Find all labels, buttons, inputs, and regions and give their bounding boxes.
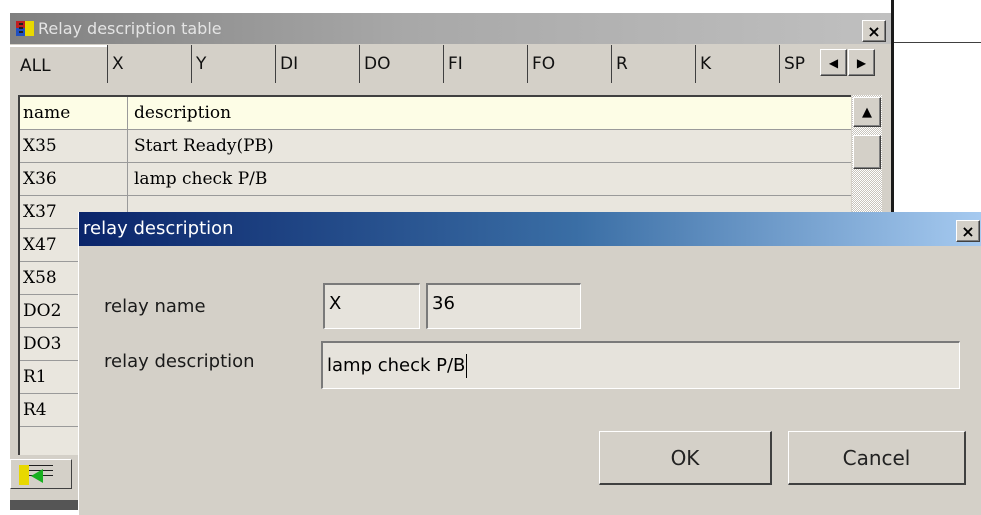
ok-button[interactable]: OK [599,431,772,485]
close-icon: × [961,221,975,241]
tab-all[interactable]: ALL [10,45,107,83]
cancel-button-label: Cancel [842,445,911,470]
tab-label: SP [784,54,806,74]
dialog-close-button[interactable]: × [956,220,980,242]
tab-k[interactable]: K [695,45,779,83]
relay-name-label: relay name [104,296,206,317]
relay-description-label: relay description [104,351,255,372]
relay-description-value: lamp check P/B [327,355,466,376]
dialog-title: relay description [83,218,234,239]
row-name-cell: X35 [20,130,128,162]
tab-fo[interactable]: FO [527,45,611,83]
close-icon: × [867,21,881,41]
row-description-cell: Start Ready(PB) [134,136,274,156]
ok-button-label: OK [670,445,700,470]
table-window-close-button[interactable]: × [862,20,886,42]
tab-x[interactable]: X [107,45,191,83]
tab-label: K [700,54,712,74]
tab-sp[interactable]: SP [779,45,819,83]
tab-fi[interactable]: FI [443,45,527,83]
tab-do[interactable]: DO [359,45,443,83]
tab-di[interactable]: DI [275,45,359,83]
relay-number-value: 36 [432,293,455,314]
scrollbar-thumb[interactable] [853,135,881,169]
arrow-right-icon: ▶ [856,55,867,70]
column-header-name[interactable]: name [20,97,128,129]
tab-label: DO [364,54,391,74]
cancel-button[interactable]: Cancel [788,431,966,485]
tab-label: DI [280,54,299,74]
relay-type-tabs: ALL X Y DI DO FI FO R K SP [10,45,856,83]
row-name-cell: X36 [20,163,128,195]
divider-line [894,42,981,43]
status-strip [10,500,80,510]
arrow-left-icon: ◀ [828,55,839,70]
scroll-up-button[interactable]: ▲ [853,97,881,127]
tab-label: X [112,54,124,74]
table-row[interactable]: X35 Start Ready(PB) [20,130,851,163]
import-arrow-icon [19,465,53,485]
tab-label: Y [196,54,207,74]
table-window-titlebar[interactable]: Relay description table × [10,13,892,44]
tab-label: ALL [20,56,51,76]
column-header-description[interactable]: description [128,97,851,129]
tab-r[interactable]: R [611,45,695,83]
relay-type-value: X [329,293,342,314]
table-vertical-scrollbar[interactable]: ▲ [852,95,882,225]
dialog-titlebar[interactable]: relay description × [79,212,981,246]
relay-description-dialog: relay description × relay name X 36 rela… [78,212,981,515]
tab-label: R [616,54,628,74]
tab-label: FO [532,54,556,74]
tab-scroll-right-button[interactable]: ▶ [848,49,875,76]
relay-number-field[interactable]: 36 [426,283,581,329]
relay-type-field[interactable]: X [323,283,420,329]
import-button[interactable] [10,459,72,489]
relay-description-input[interactable]: lamp check P/B [321,341,960,389]
app-icon [16,21,34,36]
tab-scroll-left-button[interactable]: ◀ [820,49,847,76]
table-row[interactable]: X36 lamp check P/B [20,163,851,196]
tab-y[interactable]: Y [191,45,275,83]
row-description-cell: lamp check P/B [134,169,268,189]
arrow-up-icon: ▲ [862,104,872,120]
table-window-title: Relay description table [38,19,222,38]
tab-label: FI [448,54,463,74]
table-header-row: name description [20,97,851,130]
text-caret [466,353,468,378]
